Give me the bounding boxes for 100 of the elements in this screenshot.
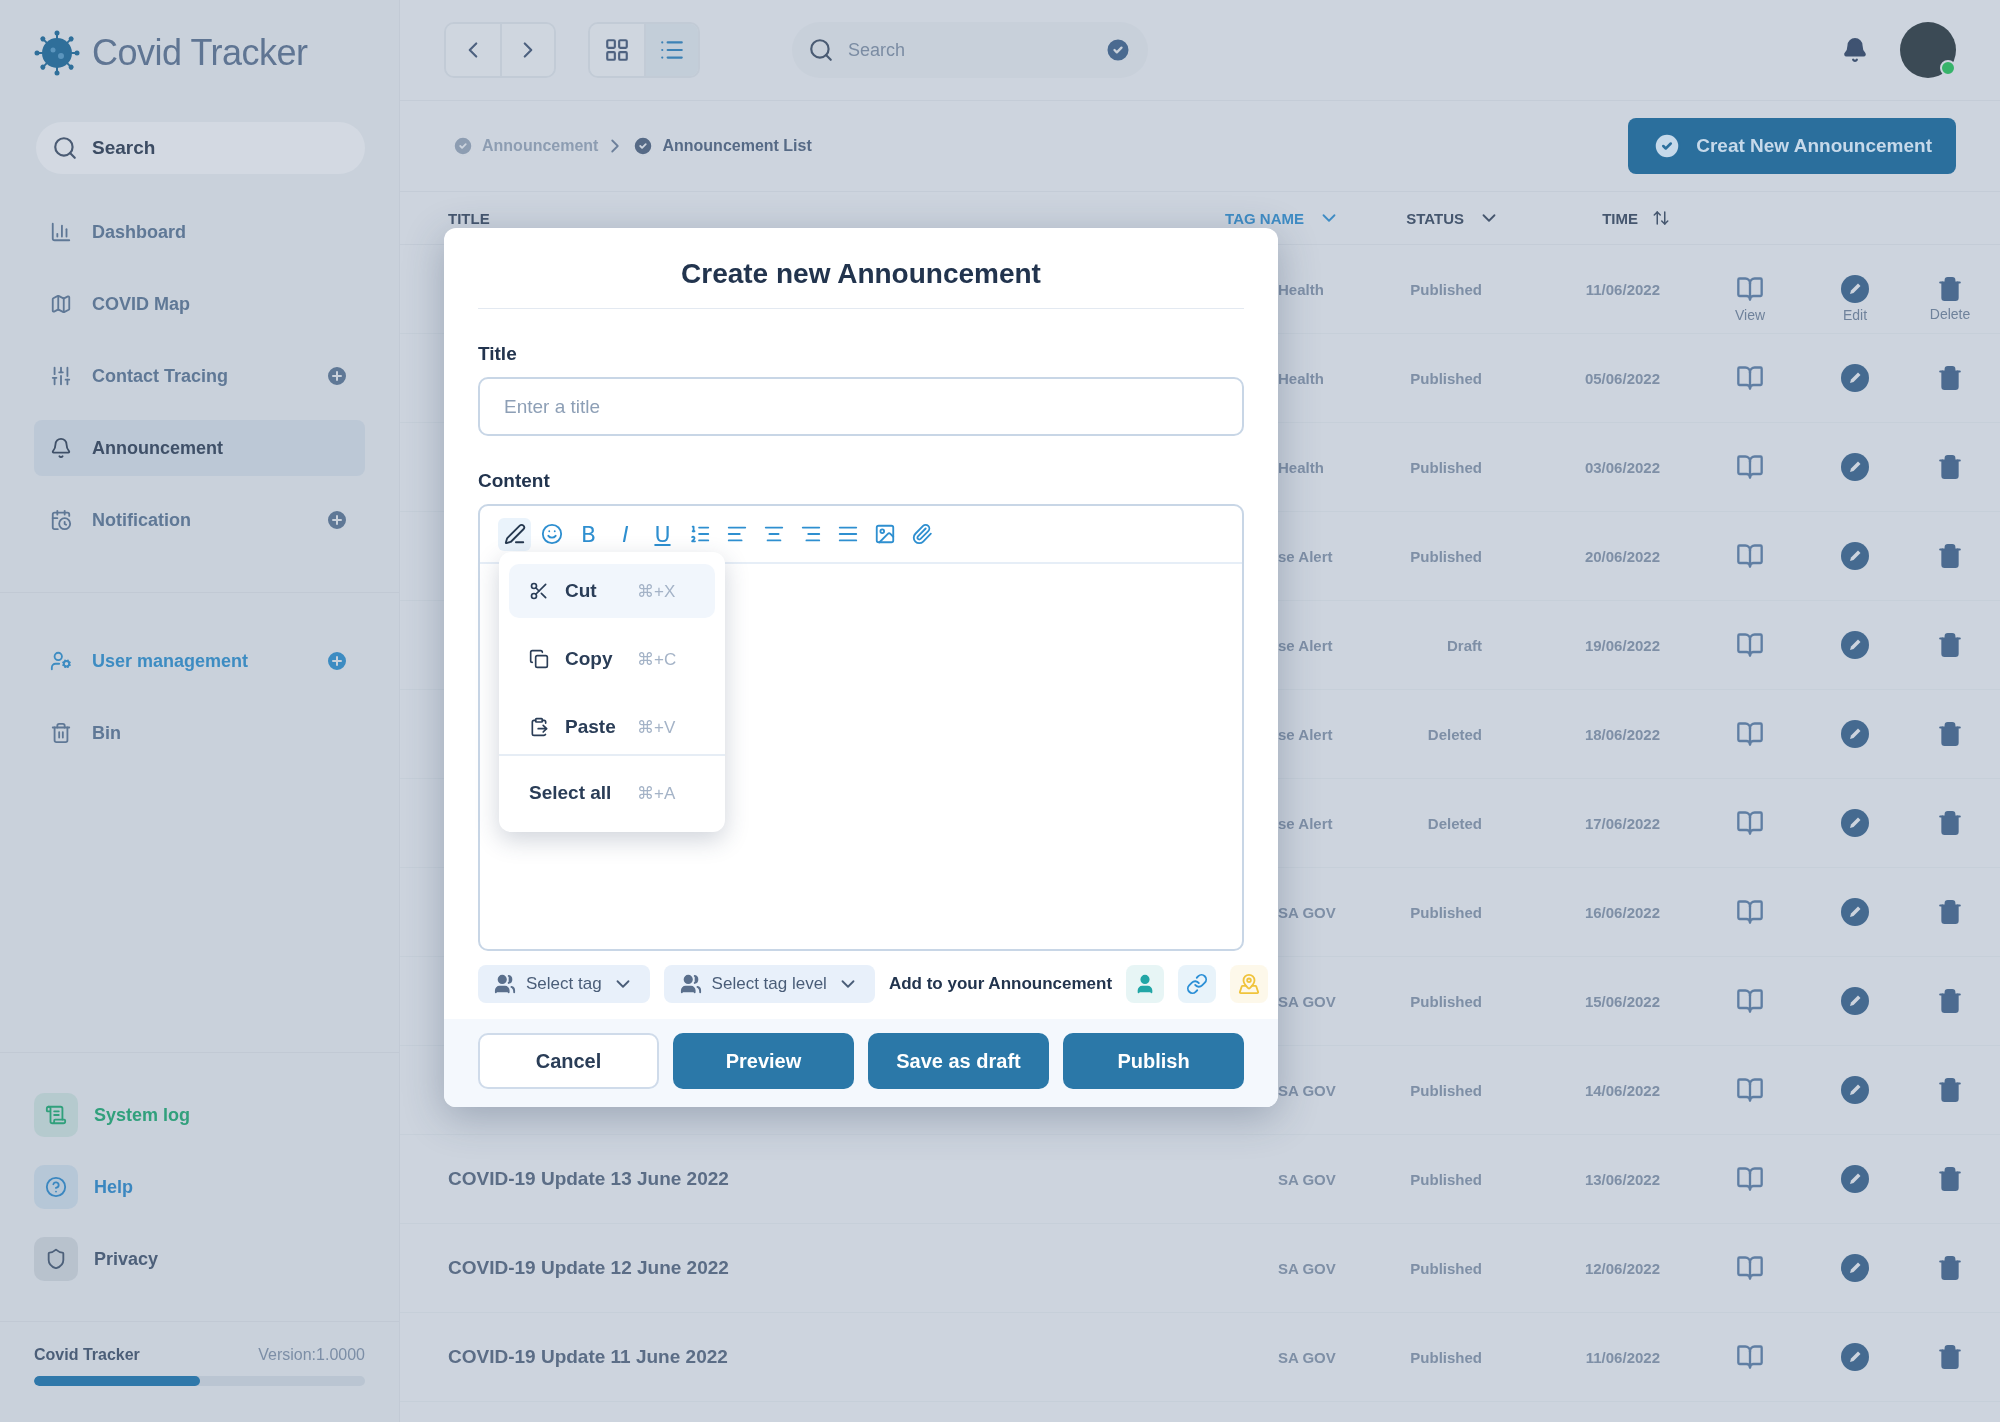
search-input[interactable]: Search xyxy=(846,29,1092,71)
edit-button[interactable] xyxy=(1841,898,1869,926)
sidebar-item[interactable]: Dashboard xyxy=(34,204,365,260)
cancel-button[interactable]: Cancel xyxy=(478,1033,659,1089)
delete-button[interactable] xyxy=(1937,1166,1963,1192)
primary-button[interactable]: Save as draft xyxy=(868,1033,1049,1089)
table-cell-text: COVID-19 Update 12 June 2022 xyxy=(448,1257,730,1279)
clipboard-icon xyxy=(529,717,549,737)
column-header[interactable]: TITLE xyxy=(448,209,1200,227)
delete-button[interactable] xyxy=(1937,1344,1963,1370)
add-label: Add to your Announcement xyxy=(888,974,1113,994)
view-button[interactable] xyxy=(1736,1343,1764,1371)
edit-button[interactable] xyxy=(1841,631,1869,659)
edit-button[interactable] xyxy=(1841,364,1869,392)
menu-item[interactable]: Paste ⌘+V xyxy=(509,700,715,754)
view-button[interactable] xyxy=(1736,631,1764,659)
pen-button[interactable] xyxy=(498,517,531,551)
edit-button[interactable] xyxy=(1841,453,1869,481)
menu-item[interactable]: Select all ⌘+A xyxy=(509,766,715,820)
search-input[interactable]: Search xyxy=(90,127,314,169)
sidebar-item[interactable]: Help xyxy=(34,1165,365,1209)
table-cell-text: Published xyxy=(1409,1081,1483,1099)
sidebar-item[interactable]: User management xyxy=(34,633,365,689)
list-view-button[interactable] xyxy=(644,24,698,76)
delete-button[interactable] xyxy=(1937,365,1963,391)
column-header[interactable]: TAG NAME xyxy=(1200,207,1360,229)
edit-button[interactable] xyxy=(1841,809,1869,837)
primary-button[interactable]: Publish xyxy=(1063,1033,1244,1089)
view-button[interactable] xyxy=(1736,809,1764,837)
delete-button[interactable] xyxy=(1937,543,1963,569)
menu-item[interactable]: Cut ⌘+X xyxy=(509,564,715,618)
view-button[interactable] xyxy=(1736,453,1764,481)
paperclip-icon xyxy=(910,523,933,545)
bold-button[interactable]: B xyxy=(572,517,605,551)
delete-button[interactable] xyxy=(1937,988,1963,1014)
view-button[interactable] xyxy=(1736,364,1764,392)
edit-button[interactable]: Edit xyxy=(1841,275,1869,323)
sidebar-item[interactable]: Contact Tracing xyxy=(34,348,365,404)
help-icon xyxy=(34,1165,78,1209)
content-editor[interactable]: B I U Cut ⌘+X Copy ⌘+C Paste ⌘+V Select all ⌘+A xyxy=(478,504,1244,951)
column-header[interactable]: TIME xyxy=(1500,209,1690,227)
notifications-button[interactable] xyxy=(1842,37,1868,63)
delete-button[interactable] xyxy=(1937,454,1963,480)
delete-button[interactable] xyxy=(1937,1255,1963,1281)
person-button[interactable] xyxy=(1126,965,1165,1003)
view-button[interactable] xyxy=(1736,1165,1764,1193)
avatar[interactable] xyxy=(1900,22,1956,78)
add-icon[interactable] xyxy=(325,508,349,532)
search-field[interactable]: Search xyxy=(36,122,365,174)
view-button[interactable]: View xyxy=(1734,275,1766,323)
sidebar-item[interactable]: Notification xyxy=(34,492,365,548)
edit-button[interactable] xyxy=(1841,1165,1869,1193)
search-field[interactable]: Search xyxy=(792,22,1148,78)
edit-button[interactable] xyxy=(1841,987,1869,1015)
sidebar-item[interactable]: Privacy xyxy=(34,1237,365,1281)
table-cell-text: 11/06/2022 xyxy=(1584,1348,1661,1366)
search-icon xyxy=(808,37,834,63)
delete-button[interactable] xyxy=(1937,1077,1963,1103)
add-icon[interactable] xyxy=(325,364,349,388)
italic-button[interactable]: I xyxy=(609,517,642,551)
edit-button[interactable] xyxy=(1841,1076,1869,1104)
sidebar-item[interactable]: Announcement xyxy=(34,420,365,476)
image-icon xyxy=(873,523,896,545)
view-button[interactable] xyxy=(1736,1254,1764,1282)
edit-button[interactable] xyxy=(1841,1254,1869,1282)
book-icon xyxy=(1736,1076,1764,1104)
edit-button[interactable] xyxy=(1841,542,1869,570)
sidebar-item[interactable]: System log xyxy=(34,1093,365,1137)
delete-button[interactable] xyxy=(1937,810,1963,836)
view-button[interactable] xyxy=(1736,542,1764,570)
link-button[interactable] xyxy=(1178,965,1217,1003)
create-announcement-button[interactable]: Creat New Announcement xyxy=(1628,118,1956,174)
column-header[interactable]: STATUS xyxy=(1360,207,1500,229)
edit-button[interactable] xyxy=(1841,1343,1869,1371)
sidebar-item[interactable]: COVID Map xyxy=(34,276,365,332)
delete-button[interactable]: Delete xyxy=(1929,276,1971,322)
sidebar-item[interactable]: Bin xyxy=(34,705,365,761)
trash-icon xyxy=(1937,810,1963,836)
view-button[interactable] xyxy=(1736,720,1764,748)
bell-icon xyxy=(1842,37,1868,63)
map-icon xyxy=(50,293,72,315)
view-button[interactable] xyxy=(1736,898,1764,926)
edit-button[interactable] xyxy=(1841,720,1869,748)
table-cell-text: 03/06/2022 xyxy=(1583,458,1661,476)
delete-button[interactable] xyxy=(1937,899,1963,925)
view-button[interactable] xyxy=(1736,1076,1764,1104)
table-cell-text: SA GOV xyxy=(1277,1259,1337,1277)
primary-button[interactable]: Preview xyxy=(673,1033,854,1089)
status-dot xyxy=(1940,60,1956,76)
delete-button[interactable] xyxy=(1937,632,1963,658)
title-input[interactable]: Enter a title xyxy=(478,377,1244,436)
trash-icon xyxy=(1937,721,1963,747)
underline-button[interactable]: U xyxy=(646,517,679,551)
tag-level-select[interactable]: Select tag level xyxy=(663,965,875,1003)
view-button[interactable] xyxy=(1736,987,1764,1015)
add-icon[interactable] xyxy=(325,649,349,673)
breadcrumb-link[interactable]: Announcement List xyxy=(632,135,812,157)
menu-item[interactable]: Copy ⌘+C xyxy=(509,632,715,686)
tag-select[interactable]: Select tag xyxy=(478,965,650,1003)
delete-button[interactable] xyxy=(1937,721,1963,747)
